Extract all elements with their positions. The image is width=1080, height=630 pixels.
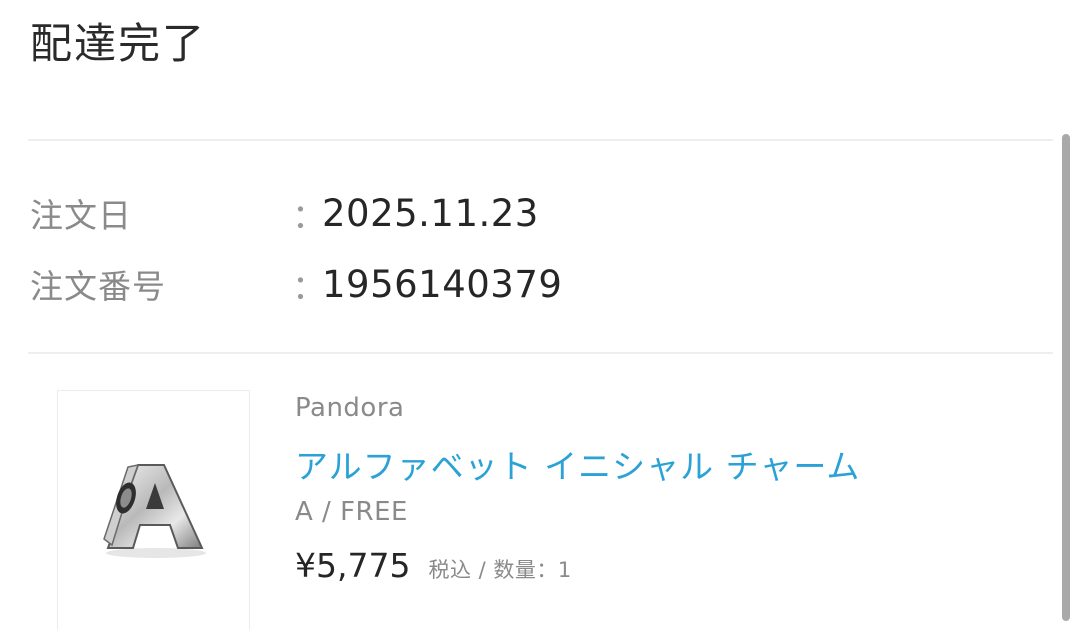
section-divider (28, 352, 1053, 354)
price-note: 税込 / 数量：1 (428, 558, 572, 582)
order-number-label: 注文番号 (30, 267, 166, 306)
product-image[interactable] (57, 390, 250, 630)
product-price: ¥5,775 (295, 546, 411, 585)
order-number-row: 注文番号 ： 1956140379 (30, 259, 562, 309)
product-variant: A / FREE (295, 497, 408, 527)
order-date-label: 注文日 (30, 196, 132, 235)
order-number-value: 1956140379 (322, 262, 563, 306)
product-brand: Pandora (295, 393, 405, 423)
order-number-colon: ： (292, 267, 326, 308)
section-divider (28, 139, 1053, 141)
letter-a-charm-icon (103, 464, 206, 558)
order-date-row: 注文日 ： 2025.11.23 (30, 188, 539, 238)
delivery-status-title: 配達完了 (30, 19, 207, 68)
scrollbar[interactable] (1062, 134, 1070, 621)
price-row: ¥5,775 税込 / 数量：1 (295, 546, 572, 585)
product-name-link[interactable]: アルファベット イニシャル チャーム (295, 440, 860, 488)
product-card[interactable]: Pandora アルファベット イニシャル チャーム A / FREE ¥5,7… (57, 390, 1057, 630)
order-date-colon: ： (292, 196, 326, 237)
order-date-value: 2025.11.23 (322, 191, 539, 235)
